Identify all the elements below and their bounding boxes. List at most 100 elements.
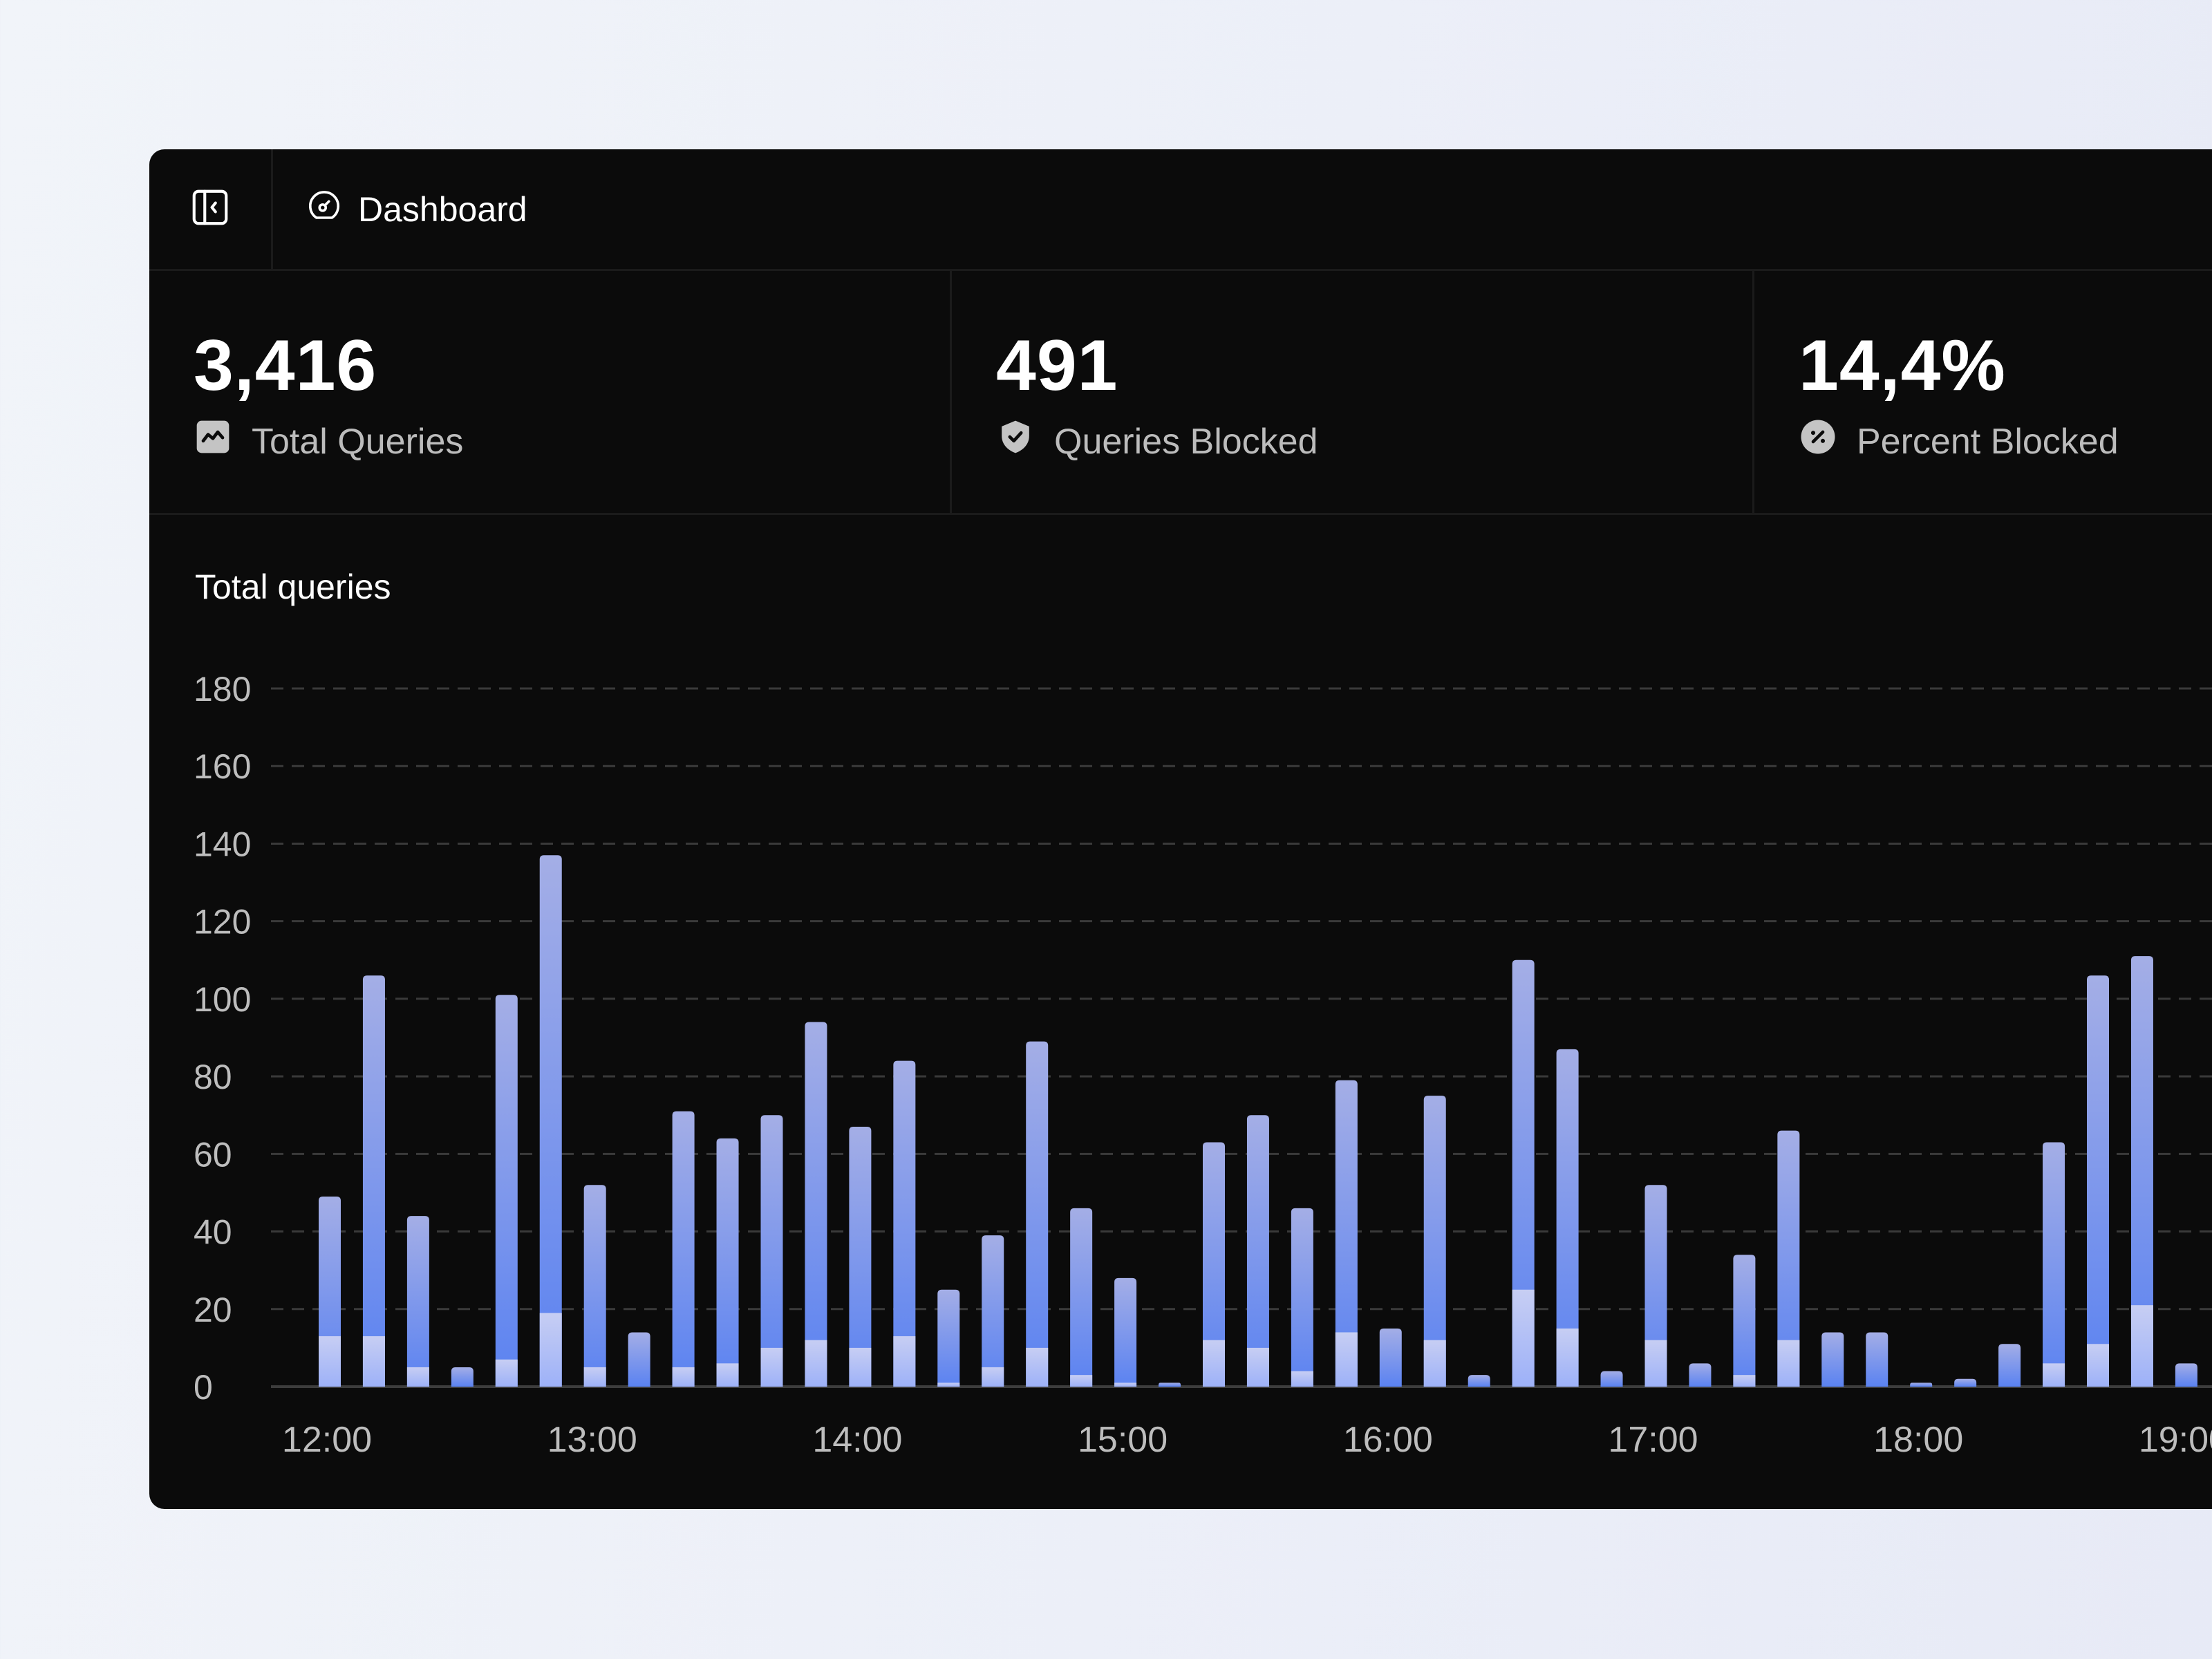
bar-group[interactable] xyxy=(1866,1332,1888,1387)
bar-blocked[interactable] xyxy=(849,1347,872,1387)
bar-group[interactable] xyxy=(1512,959,1535,1387)
bar-total[interactable] xyxy=(760,1115,783,1387)
bar-group[interactable] xyxy=(672,1111,695,1387)
bar-total[interactable] xyxy=(2087,975,2109,1387)
bar-total[interactable] xyxy=(628,1332,650,1387)
bar-group[interactable] xyxy=(1777,1130,1800,1387)
bar-total[interactable] xyxy=(1866,1332,1888,1387)
bar-blocked[interactable] xyxy=(1070,1375,1093,1387)
bar-blocked[interactable] xyxy=(672,1367,695,1387)
bar-total[interactable] xyxy=(982,1235,1004,1387)
bar-total[interactable] xyxy=(583,1185,606,1387)
bar-blocked[interactable] xyxy=(1644,1340,1667,1387)
bar-blocked[interactable] xyxy=(1026,1347,1049,1387)
bar-blocked[interactable] xyxy=(495,1359,518,1387)
bar-group[interactable] xyxy=(1026,1041,1049,1387)
bar-group[interactable] xyxy=(1114,1277,1137,1387)
bar-blocked[interactable] xyxy=(2130,1305,2153,1387)
bar-group[interactable] xyxy=(849,1127,872,1387)
bar-blocked[interactable] xyxy=(893,1336,916,1387)
bar-blocked[interactable] xyxy=(2043,1363,2065,1387)
bar-group[interactable] xyxy=(1335,1080,1358,1387)
bar-blocked[interactable] xyxy=(1291,1371,1313,1387)
bar-group[interactable] xyxy=(1733,1255,1756,1387)
bar-total[interactable] xyxy=(1998,1344,2021,1387)
bar-total[interactable] xyxy=(406,1216,429,1387)
bar-group[interactable] xyxy=(1910,1382,1933,1387)
bar-group[interactable] xyxy=(1954,1378,1977,1387)
bar-total[interactable] xyxy=(1070,1208,1093,1387)
bar-total[interactable] xyxy=(805,1022,827,1387)
bar-blocked[interactable] xyxy=(406,1367,429,1387)
bar-blocked[interactable] xyxy=(716,1363,739,1387)
bar-group[interactable] xyxy=(937,1289,960,1387)
bar-total[interactable] xyxy=(1689,1363,1712,1387)
bar-blocked[interactable] xyxy=(319,1336,341,1387)
bar-blocked[interactable] xyxy=(1246,1347,1269,1387)
bar-total[interactable] xyxy=(937,1289,960,1387)
bar-group[interactable] xyxy=(2087,975,2109,1387)
bar-total[interactable] xyxy=(716,1138,739,1387)
bar-blocked[interactable] xyxy=(982,1367,1004,1387)
bar-blocked[interactable] xyxy=(1733,1375,1756,1387)
bar-total[interactable] xyxy=(1600,1371,1623,1387)
bar-blocked[interactable] xyxy=(1512,1289,1535,1387)
bar-group[interactable] xyxy=(2175,1363,2197,1387)
bar-group[interactable] xyxy=(406,1216,429,1387)
bar-total[interactable] xyxy=(1821,1332,1844,1387)
bar-blocked[interactable] xyxy=(805,1340,827,1387)
bar-total[interactable] xyxy=(1246,1115,1269,1387)
bar-total[interactable] xyxy=(539,855,562,1387)
bar-group[interactable] xyxy=(716,1138,739,1387)
bar-group[interactable] xyxy=(539,855,562,1387)
bar-total[interactable] xyxy=(1379,1328,1402,1387)
bar-blocked[interactable] xyxy=(362,1336,385,1387)
bar-group[interactable] xyxy=(495,995,518,1387)
bar-group[interactable] xyxy=(1821,1332,1844,1387)
bar-blocked[interactable] xyxy=(1335,1332,1358,1387)
bar-group[interactable] xyxy=(1600,1371,1623,1387)
bar-group[interactable] xyxy=(1070,1208,1093,1387)
bar-total[interactable] xyxy=(1954,1378,1977,1387)
bar-total[interactable] xyxy=(849,1127,872,1387)
bar-blocked[interactable] xyxy=(583,1367,606,1387)
bar-group[interactable] xyxy=(1556,1049,1579,1387)
bar-group[interactable] xyxy=(1159,1382,1181,1387)
bar-blocked[interactable] xyxy=(1203,1340,1225,1387)
bar-group[interactable] xyxy=(982,1235,1004,1387)
bar-group[interactable] xyxy=(1468,1375,1490,1387)
bar-group[interactable] xyxy=(2130,956,2153,1387)
bar-group[interactable] xyxy=(583,1185,606,1387)
bar-total[interactable] xyxy=(1910,1382,1933,1387)
bar-group[interactable] xyxy=(1689,1363,1712,1387)
bar-group[interactable] xyxy=(2043,1142,2065,1387)
bar-blocked[interactable] xyxy=(539,1313,562,1387)
bar-blocked[interactable] xyxy=(2087,1344,2109,1387)
bar-blocked[interactable] xyxy=(1114,1382,1137,1387)
bar-group[interactable] xyxy=(893,1060,916,1387)
bar-total[interactable] xyxy=(362,975,385,1387)
bar-total[interactable] xyxy=(1114,1277,1137,1387)
bar-total[interactable] xyxy=(1159,1382,1181,1387)
bar-total[interactable] xyxy=(1026,1041,1049,1387)
bar-group[interactable] xyxy=(362,975,385,1387)
bar-group[interactable] xyxy=(1291,1208,1313,1387)
bar-total[interactable] xyxy=(451,1367,474,1387)
bar-group[interactable] xyxy=(805,1022,827,1387)
bar-group[interactable] xyxy=(1203,1142,1225,1387)
bar-blocked[interactable] xyxy=(1777,1340,1800,1387)
bar-group[interactable] xyxy=(760,1115,783,1387)
bar-total[interactable] xyxy=(672,1111,695,1387)
bar-blocked[interactable] xyxy=(1556,1328,1579,1387)
bar-group[interactable] xyxy=(628,1332,650,1387)
bar-blocked[interactable] xyxy=(760,1347,783,1387)
bar-total[interactable] xyxy=(2175,1363,2197,1387)
bar-group[interactable] xyxy=(451,1367,474,1387)
bar-total[interactable] xyxy=(1291,1208,1313,1387)
bar-total[interactable] xyxy=(495,995,518,1387)
bar-group[interactable] xyxy=(319,1197,341,1387)
bar-group[interactable] xyxy=(1998,1344,2021,1387)
bar-blocked[interactable] xyxy=(937,1382,960,1387)
bar-group[interactable] xyxy=(1644,1185,1667,1387)
bar-total[interactable] xyxy=(1733,1255,1756,1387)
